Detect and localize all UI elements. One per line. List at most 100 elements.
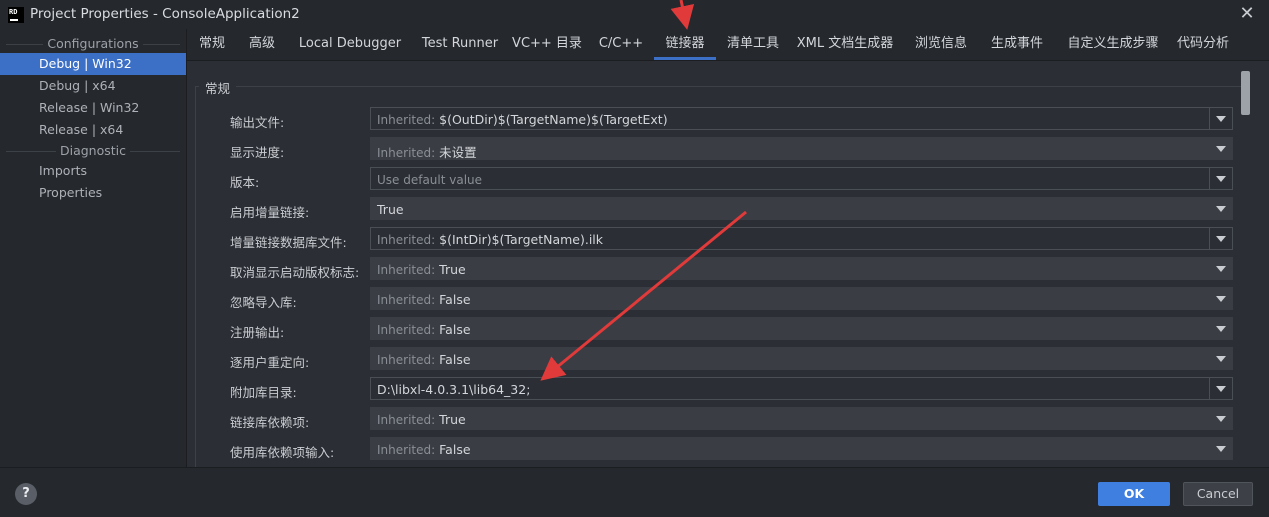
- chevron-down-icon[interactable]: [1210, 348, 1232, 369]
- sidebar-item-properties[interactable]: Properties: [0, 182, 186, 204]
- property-value: True: [377, 202, 404, 217]
- configurations-header-label: Configurations: [43, 36, 143, 51]
- property-label: 链接库依赖项:: [230, 415, 310, 430]
- window-title: Project Properties - ConsoleApplication2: [30, 6, 300, 22]
- inherited-prefix: Inherited:: [377, 443, 436, 457]
- property-row-ilk-file: 增量链接数据库文件: Inherited: $(IntDir)$(TargetN…: [187, 227, 1237, 251]
- tab-build-events[interactable]: 生成事件: [987, 29, 1047, 60]
- sidebar-item-release-x64[interactable]: Release | x64: [0, 119, 186, 141]
- link-lib-deps-select[interactable]: Inherited: True: [370, 407, 1233, 430]
- property-value: False: [439, 292, 471, 307]
- show-progress-select[interactable]: Inherited: 未设置: [370, 137, 1233, 160]
- property-row-incremental-link: 启用增量链接: True: [187, 197, 1237, 221]
- use-lib-dep-inputs-select[interactable]: Inherited: False: [370, 437, 1233, 460]
- tab-local-debugger[interactable]: Local Debugger: [294, 29, 406, 60]
- app-icon-text: RD: [9, 8, 18, 16]
- vertical-scrollbar[interactable]: [1241, 71, 1250, 115]
- tab-xml-doc-generator[interactable]: XML 文档生成器: [795, 29, 895, 60]
- property-value: False: [439, 322, 471, 337]
- chevron-down-icon[interactable]: [1210, 438, 1232, 459]
- inherited-prefix: Inherited:: [377, 146, 436, 160]
- property-row-register-output: 注册输出: Inherited: False: [187, 317, 1237, 341]
- chevron-down-icon[interactable]: [1209, 168, 1232, 189]
- chevron-down-icon[interactable]: [1209, 378, 1232, 399]
- property-row-link-lib-deps: 链接库依赖项: Inherited: True: [187, 407, 1237, 431]
- suppress-banner-select[interactable]: Inherited: True: [370, 257, 1233, 280]
- sidebar-item-debug-win32[interactable]: Debug | Win32: [0, 53, 186, 75]
- sidebar-item-release-win32[interactable]: Release | Win32: [0, 97, 186, 119]
- tab-general[interactable]: 常规: [192, 29, 232, 60]
- inherited-prefix: Inherited:: [377, 323, 436, 337]
- property-label: 逐用户重定向:: [230, 355, 310, 370]
- tab-advanced[interactable]: 高级: [242, 29, 282, 60]
- property-label: 版本:: [230, 175, 260, 190]
- property-row-suppress-banner: 取消显示启动版权标志: Inherited: True: [187, 257, 1237, 281]
- ilk-file-field[interactable]: Inherited: $(IntDir)$(TargetName).ilk: [370, 227, 1233, 250]
- cancel-button[interactable]: Cancel: [1183, 482, 1253, 506]
- rider-app-icon: RD: [8, 7, 24, 23]
- title-bar: RD Project Properties - ConsoleApplicati…: [0, 0, 1269, 29]
- property-label: 输出文件:: [230, 115, 285, 130]
- property-label: 使用库依赖项输入:: [230, 445, 335, 460]
- tab-code-analysis[interactable]: 代码分析: [1173, 29, 1233, 60]
- inherited-prefix: Inherited:: [377, 113, 436, 127]
- inherited-prefix: Inherited:: [377, 263, 436, 277]
- inherited-prefix: Inherited:: [377, 293, 436, 307]
- tab-test-runner[interactable]: Test Runner: [412, 29, 508, 60]
- property-row-show-progress: 显示进度: Inherited: 未设置: [187, 137, 1237, 161]
- chevron-down-icon[interactable]: [1210, 258, 1232, 279]
- configurations-sidebar: Configurations Debug | Win32 Debug | x64…: [0, 29, 187, 467]
- chevron-down-icon[interactable]: [1210, 408, 1232, 429]
- diagnostic-header: Diagnostic: [0, 142, 186, 160]
- chevron-down-icon[interactable]: [1209, 228, 1232, 249]
- property-label: 启用增量链接:: [230, 205, 310, 220]
- tab-manifest-tool[interactable]: 清单工具: [723, 29, 783, 60]
- tab-custom-build-step[interactable]: 自定义生成步骤: [1062, 29, 1164, 60]
- version-placeholder: Use default value: [377, 173, 483, 187]
- per-user-redirect-select[interactable]: Inherited: False: [370, 347, 1233, 370]
- property-label: 注册输出:: [230, 325, 285, 340]
- chevron-down-icon[interactable]: [1210, 198, 1232, 219]
- output-file-field[interactable]: Inherited: $(OutDir)$(TargetName)$(Targe…: [370, 107, 1233, 130]
- configurations-header: Configurations: [0, 35, 186, 53]
- property-value: D:\libxl-4.0.3.1\lib64_32;: [377, 382, 531, 397]
- ignore-import-lib-select[interactable]: Inherited: False: [370, 287, 1233, 310]
- property-value: 未设置: [439, 145, 477, 160]
- property-row-additional-lib-dirs: 附加库目录: D:\libxl-4.0.3.1\lib64_32;: [187, 377, 1237, 401]
- property-value: $(OutDir)$(TargetName)$(TargetExt): [439, 112, 668, 127]
- help-icon[interactable]: ?: [15, 483, 37, 505]
- property-row-ignore-import-lib: 忽略导入库: Inherited: False: [187, 287, 1237, 311]
- properties-panel: 常规 输出文件: Inherited: $(OutDir)$(TargetNam…: [187, 61, 1269, 467]
- tab-browse-info[interactable]: 浏览信息: [911, 29, 971, 60]
- ok-button[interactable]: OK: [1098, 482, 1170, 506]
- property-label: 忽略导入库:: [230, 295, 297, 310]
- property-value: False: [439, 442, 471, 457]
- close-icon[interactable]: ✕: [1235, 2, 1259, 26]
- property-value: True: [439, 262, 466, 277]
- property-row-use-lib-dep-inputs: 使用库依赖项输入: Inherited: False: [187, 437, 1237, 461]
- section-title: 常规: [199, 78, 237, 97]
- chevron-down-icon[interactable]: [1210, 318, 1232, 339]
- property-value: True: [439, 412, 466, 427]
- tab-c-cpp[interactable]: C/C++: [595, 29, 647, 60]
- incremental-link-select[interactable]: True: [370, 197, 1233, 220]
- property-label: 增量链接数据库文件:: [230, 235, 347, 250]
- property-row-version: 版本: Use default value: [187, 167, 1237, 191]
- chevron-down-icon[interactable]: [1209, 108, 1232, 129]
- tab-linker[interactable]: 链接器: [654, 29, 716, 60]
- chevron-down-icon[interactable]: [1210, 138, 1232, 159]
- sidebar-item-imports[interactable]: Imports: [0, 160, 186, 182]
- register-output-select[interactable]: Inherited: False: [370, 317, 1233, 340]
- property-row-per-user-redirect: 逐用户重定向: Inherited: False: [187, 347, 1237, 371]
- sidebar-item-debug-x64[interactable]: Debug | x64: [0, 75, 186, 97]
- property-label: 显示进度:: [230, 145, 285, 160]
- version-field[interactable]: Use default value: [370, 167, 1233, 190]
- property-row-output-file: 输出文件: Inherited: $(OutDir)$(TargetName)$…: [187, 107, 1237, 131]
- property-label: 取消显示启动版权标志:: [230, 265, 360, 280]
- additional-lib-dirs-field[interactable]: D:\libxl-4.0.3.1\lib64_32;: [370, 377, 1233, 400]
- property-value: False: [439, 352, 471, 367]
- chevron-down-icon[interactable]: [1210, 288, 1232, 309]
- tab-vc-directories[interactable]: VC++ 目录: [509, 29, 585, 60]
- diagnostic-header-label: Diagnostic: [55, 143, 131, 158]
- inherited-prefix: Inherited:: [377, 233, 436, 247]
